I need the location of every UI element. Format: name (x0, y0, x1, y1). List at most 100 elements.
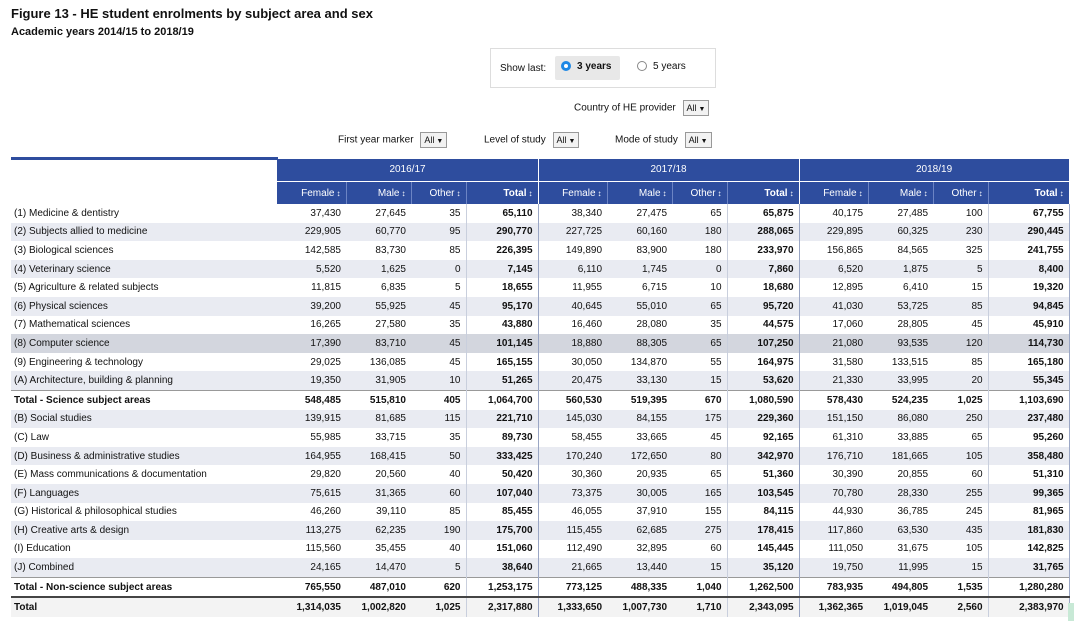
table-cell: 151,150 (799, 409, 869, 429)
mode-filter: Mode of study All ▼ (615, 132, 712, 148)
column-header-female[interactable]: Female ↕ (277, 181, 347, 204)
table-row: (D) Business & administrative studies 164… (11, 446, 1070, 466)
column-header-male[interactable]: Male ↕ (607, 181, 673, 204)
column-header-male[interactable]: Male ↕ (868, 181, 934, 204)
column-header-other[interactable]: Other ↕ (672, 181, 728, 204)
table-cell: 15 (933, 278, 989, 297)
table-cell: 44,575 (727, 315, 800, 335)
show-last-5-years-option[interactable]: 5 years (631, 56, 701, 80)
table-cell: 170,240 (538, 446, 608, 466)
table-cell: 1,025 (411, 596, 467, 618)
row-label: (G) Historical & philosophical studies (14, 506, 177, 518)
first-year-dropdown[interactable]: All ▼ (420, 132, 448, 148)
column-header-other[interactable]: Other ↕ (411, 181, 467, 204)
sort-icon[interactable]: ↕ (457, 189, 461, 198)
table-cell: 241,755 (988, 241, 1070, 260)
sort-icon[interactable]: ↕ (1060, 189, 1064, 198)
table-cell: 85 (933, 296, 989, 316)
table-cell: 1,103,690 (988, 389, 1070, 410)
show-last-3-years-option[interactable]: 3 years (555, 56, 620, 80)
country-filter-label: Country of HE provider (574, 102, 676, 114)
sort-icon[interactable]: ↕ (859, 189, 863, 198)
table-cell: 33,665 (636, 431, 668, 443)
sort-icon[interactable]: ↕ (924, 189, 928, 198)
table-cell: 1,333,650 (538, 596, 608, 618)
table-cell: 1,007,730 (607, 596, 673, 618)
table-cell: 105 (933, 539, 989, 559)
row-label: (D) Business & administrative studies (11, 446, 277, 466)
table-cell: 19,350 (277, 371, 346, 391)
table-cell: 13,440 (607, 558, 673, 578)
table-cell: 16,265 (310, 319, 341, 331)
table-cell: 519,395 (607, 389, 673, 410)
table-row: Total - Science subject areas 548,485 515,… (11, 389, 1070, 410)
year-header: 2017/18 (538, 158, 800, 182)
table-cell: 226,395 (466, 241, 539, 260)
table-cell: 20,855 (897, 469, 929, 481)
level-dropdown[interactable]: All ▼ (552, 132, 580, 148)
table-cell: 65 (672, 296, 728, 316)
column-header-other[interactable]: Other ↕ (933, 181, 989, 204)
table-cell: 134,870 (630, 356, 668, 368)
row-label: (7) Mathematical sciences (14, 319, 131, 331)
row-label: (1) Medicine & dentistry (14, 207, 120, 219)
table-cell: 107,250 (727, 334, 800, 353)
table-cell: 37,430 (310, 207, 341, 219)
table-cell: 21,665 (538, 558, 608, 578)
table-cell: 6,520 (799, 259, 869, 279)
sort-icon[interactable]: ↕ (979, 189, 983, 198)
header-blank (11, 157, 278, 182)
table-cell: 107,040 (466, 483, 539, 503)
figure-title: Figure 13 - HE student enrolments by sub… (11, 6, 373, 21)
table-cell: 233,970 (727, 241, 800, 260)
radio-selected-icon[interactable] (561, 61, 571, 71)
sort-icon[interactable]: ↕ (718, 189, 722, 198)
table-cell: 175 (672, 409, 728, 429)
column-header-male[interactable]: Male ↕ (346, 181, 412, 204)
sort-icon[interactable]: ↕ (402, 189, 406, 198)
column-header-total[interactable]: Total ↕ (466, 181, 539, 204)
table-cell: 28,080 (636, 319, 668, 331)
table-cell: 84,115 (727, 502, 800, 522)
table-cell: 112,490 (566, 543, 603, 555)
table-cell: 65,875 (727, 204, 800, 223)
table-cell: 63,530 (868, 521, 934, 540)
table-cell: 83,710 (346, 334, 411, 353)
table-cell: 20,475 (538, 371, 608, 391)
table-cell: 30,050 (571, 356, 603, 368)
table-cell: 325 (933, 241, 989, 260)
table-cell: 51,310 (988, 465, 1070, 484)
sort-icon[interactable]: ↕ (337, 189, 341, 198)
table-cell: 32,895 (636, 543, 668, 555)
table-cell: 35 (411, 315, 467, 335)
table-cell: 435 (933, 521, 989, 540)
table-cell: 99,365 (988, 483, 1070, 503)
table-cell: 45 (672, 428, 728, 447)
table-cell: 14,470 (346, 558, 411, 578)
table-row: (J) Combined 24,165 14,470 5 38,640 21,665 13,… (11, 558, 1070, 578)
table-cell: 145,445 (727, 539, 800, 559)
table-cell: 290,445 (988, 222, 1070, 242)
sort-icon[interactable]: ↕ (598, 189, 602, 198)
column-header-female[interactable]: Female ↕ (799, 181, 869, 204)
table-cell: 1,064,700 (466, 389, 539, 410)
option-label: 5 years (653, 61, 686, 72)
column-header-female[interactable]: Female ↕ (538, 181, 608, 204)
table-cell: 11,815 (311, 282, 341, 294)
table-cell: 94,845 (988, 296, 1070, 316)
table-cell: 1,625 (346, 259, 411, 279)
sort-icon[interactable]: ↕ (663, 189, 667, 198)
table-cell: 560,530 (538, 389, 608, 410)
table-cell: 53,725 (868, 296, 934, 316)
table-cell: 17,060 (832, 319, 864, 331)
radio-unselected-icon[interactable] (637, 61, 647, 71)
mode-dropdown[interactable]: All ▼ (684, 132, 712, 148)
column-header-total[interactable]: Total ↕ (727, 181, 800, 204)
sort-icon[interactable]: ↕ (790, 189, 794, 198)
column-header-total[interactable]: Total ↕ (988, 181, 1070, 204)
table-cell: 114,730 (988, 334, 1070, 353)
table-cell: 175,700 (466, 521, 539, 540)
table-cell: 10 (672, 278, 728, 297)
sort-icon[interactable]: ↕ (529, 189, 533, 198)
country-dropdown[interactable]: All ▼ (682, 100, 710, 116)
